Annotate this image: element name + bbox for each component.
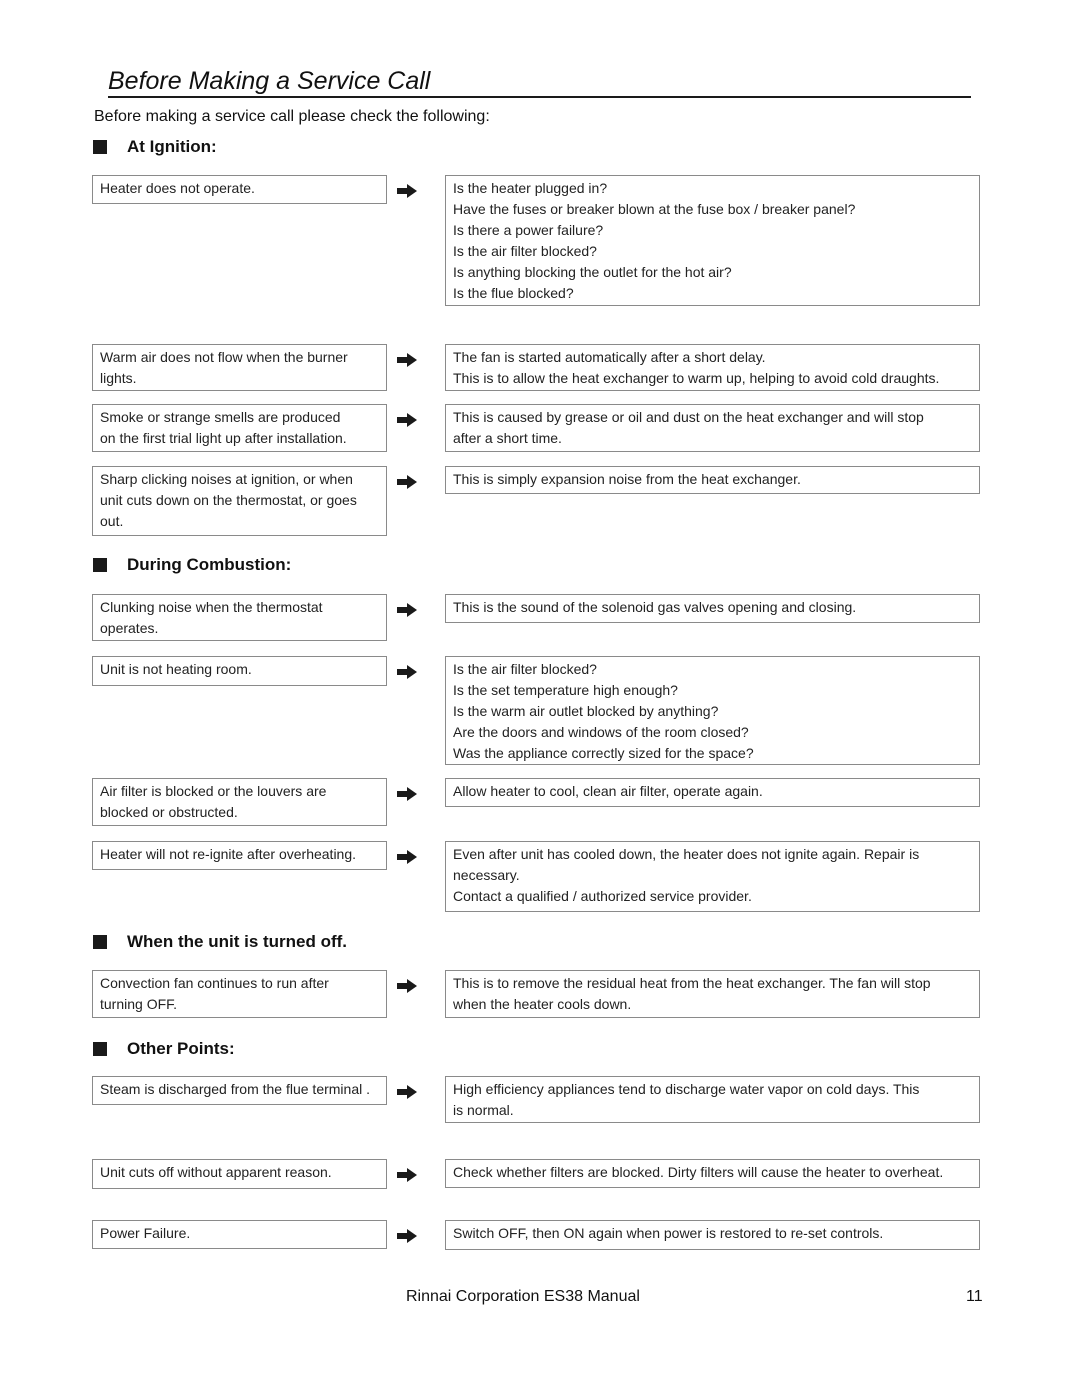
problem-box: Sharp clicking noises at ignition, or wh… — [92, 466, 387, 536]
arrow-right-icon — [397, 1229, 417, 1243]
solution-text-line: Is there a power failure? — [453, 222, 604, 238]
problem-text-line: Sharp clicking noises at ignition, or wh… — [100, 471, 353, 487]
section-heading-ignition: At Ignition: — [93, 137, 217, 157]
problem-text-line: Air filter is blocked or the louvers are — [100, 783, 327, 799]
solution-box: Even after unit has cooled down, the hea… — [445, 841, 980, 912]
solution-box: Check whether filters are blocked. Dirty… — [445, 1159, 980, 1188]
solution-box: This is to remove the residual heat from… — [445, 970, 980, 1018]
arrow-right-icon — [397, 475, 417, 489]
solution-text-line: Is the air filter blocked? — [453, 243, 597, 259]
problem-text-line: Unit cuts off without apparent reason. — [100, 1164, 332, 1180]
problem-text-line: lights. — [100, 370, 137, 386]
arrow-right-icon — [397, 850, 417, 864]
solution-box: This is the sound of the solenoid gas va… — [445, 594, 980, 623]
page-number: 11 — [966, 1288, 983, 1305]
problem-text-line: turning OFF. — [100, 996, 178, 1012]
problem-text-line: out. — [100, 513, 124, 529]
problem-box: Heater will not re-ignite after overheat… — [92, 841, 387, 870]
solution-text-line: This is to remove the residual heat from… — [453, 975, 931, 991]
problem-box: Clunking noise when the thermostat operat… — [92, 594, 387, 641]
solution-box: The fan is started automatically after a… — [445, 344, 980, 391]
arrow-right-icon — [397, 665, 417, 679]
solution-box: This is simply expansion noise from the … — [445, 466, 980, 494]
arrow-right-icon — [397, 787, 417, 801]
solution-text-line: This is caused by grease or oil and dust… — [453, 409, 924, 425]
solution-text-line: The fan is started automatically after a… — [453, 349, 766, 365]
footer-text: Rinnai Corporation ES38 Manual — [406, 1288, 640, 1305]
solution-text-line: Contact a qualified / authorized service… — [453, 888, 752, 904]
solution-text-line: necessary. — [453, 867, 520, 883]
problem-box: Unit cuts off without apparent reason. — [92, 1159, 387, 1189]
problem-text-line: Convection fan continues to run after — [100, 975, 329, 991]
solution-text-line: Is the heater plugged in? — [453, 180, 608, 196]
bullet-square-icon — [93, 558, 107, 572]
page-title: Before Making a Service Call — [108, 66, 971, 98]
solution-text-line: This is simply expansion noise from the … — [453, 471, 801, 487]
solution-text-line: is normal. — [453, 1102, 514, 1118]
solution-text-line: Is the air filter blocked? — [453, 661, 597, 677]
problem-box: Warm air does not flow when the burner li… — [92, 344, 387, 391]
section-heading-text: When the unit is turned off. — [127, 932, 348, 951]
bullet-square-icon — [93, 140, 107, 154]
problem-text-line: Unit is not heating room. — [100, 661, 252, 677]
solution-text-line: when the heater cools down. — [453, 996, 632, 1012]
section-heading-combustion: During Combustion: — [93, 555, 291, 575]
problem-text-line: Warm air does not flow when the burner — [100, 349, 348, 365]
solution-box: This is caused by grease or oil and dust… — [445, 404, 980, 452]
problem-text-line: blocked or obstructed. — [100, 804, 238, 820]
intro-text: Before making a service call please chec… — [94, 108, 490, 125]
bullet-square-icon — [93, 935, 107, 949]
solution-text-line: after a short time. — [453, 430, 562, 446]
problem-box: Convection fan continues to run after tur… — [92, 970, 387, 1018]
problem-text-line: Heater does not operate. — [100, 180, 255, 196]
problem-text-line: Clunking noise when the thermostat — [100, 599, 323, 615]
arrow-right-icon — [397, 1085, 417, 1099]
solution-text-line: Are the doors and windows of the room cl… — [453, 724, 749, 740]
problem-text-line: on the first trial light up after instal… — [100, 430, 347, 446]
problem-text-line: Power Failure. — [100, 1225, 191, 1241]
solution-text-line: Check whether filters are blocked. Dirty… — [453, 1164, 944, 1180]
arrow-right-icon — [397, 353, 417, 367]
solution-box: Switch OFF, then ON again when power is … — [445, 1220, 980, 1250]
problem-box: Heater does not operate. — [92, 175, 387, 204]
problem-text-line: Smoke or strange smells are produced — [100, 409, 341, 425]
solution-text-line: Is the set temperature high enough? — [453, 682, 678, 698]
bullet-square-icon — [93, 1042, 107, 1056]
solution-text-line: Have the fuses or breaker blown at the f… — [453, 201, 856, 217]
solution-text-line: Was the appliance correctly sized for th… — [453, 745, 754, 761]
problem-text-line: unit cuts down on the thermostat, or goe… — [100, 492, 357, 508]
solution-text-line: Even after unit has cooled down, the hea… — [453, 846, 920, 862]
problem-box: Air filter is blocked or the louvers are… — [92, 778, 387, 826]
section-heading-other: Other Points: — [93, 1039, 235, 1059]
solution-box: Allow heater to cool, clean air filter, … — [445, 778, 980, 807]
solution-box: High efficiency appliances tend to disch… — [445, 1076, 980, 1123]
arrow-right-icon — [397, 1168, 417, 1182]
solution-text-line: Allow heater to cool, clean air filter, … — [453, 783, 763, 799]
problem-text-line: operates. — [100, 620, 159, 636]
section-heading-turned-off: When the unit is turned off. — [93, 932, 347, 952]
problem-box: Smoke or strange smells are produced on t… — [92, 404, 387, 452]
solution-text-line: Is the warm air outlet blocked by anythi… — [453, 703, 719, 719]
section-heading-text: During Combustion: — [127, 555, 292, 574]
solution-box: Is the air filter blocked? Is the set tem… — [445, 656, 980, 765]
arrow-right-icon — [397, 184, 417, 198]
section-heading-text: At Ignition: — [127, 137, 217, 156]
problem-text-line: Steam is discharged from the flue termin… — [100, 1081, 371, 1097]
arrow-right-icon — [397, 979, 417, 993]
solution-text-line: Is the flue blocked? — [453, 285, 574, 301]
problem-text-line: Heater will not re-ignite after overheat… — [100, 846, 357, 862]
arrow-right-icon — [397, 413, 417, 427]
problem-box: Unit is not heating room. — [92, 656, 387, 686]
problem-box: Steam is discharged from the flue termin… — [92, 1076, 387, 1105]
solution-text-line: This is to allow the heat exchanger to w… — [453, 370, 940, 386]
solution-text-line: Is anything blocking the outlet for the … — [453, 264, 732, 280]
solution-text-line: This is the sound of the solenoid gas va… — [453, 599, 857, 615]
arrow-right-icon — [397, 603, 417, 617]
solution-box: Is the heater plugged in? Have the fuses … — [445, 175, 980, 306]
problem-box: Power Failure. — [92, 1220, 387, 1249]
solution-text-line: High efficiency appliances tend to disch… — [453, 1081, 920, 1097]
section-heading-text: Other Points: — [127, 1039, 235, 1058]
solution-text-line: Switch OFF, then ON again when power is … — [453, 1225, 884, 1241]
